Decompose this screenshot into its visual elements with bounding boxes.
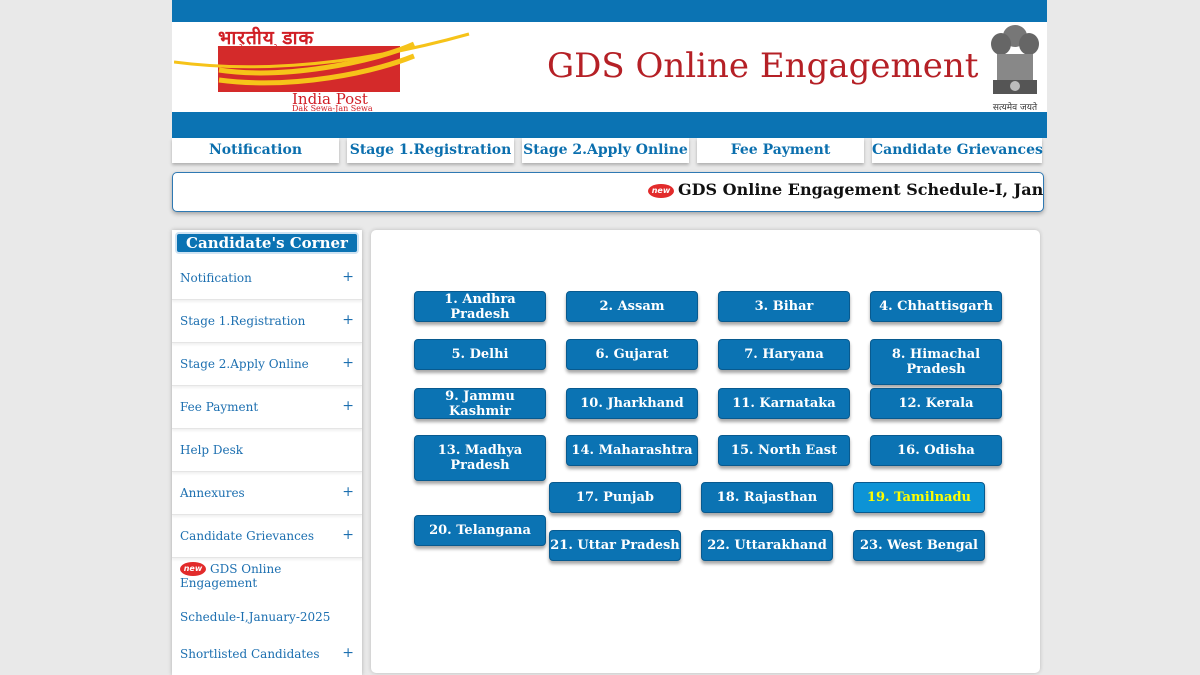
state-button-himachal-pradesh[interactable]: 8. Himachal Pradesh [870,339,1002,385]
expand-plus-icon: + [342,527,354,543]
state-button-punjab[interactable]: 17. Punjab [549,482,681,513]
sidebar-item-stage1-registration[interactable]: Stage 1.Registration + [172,300,362,343]
state-button-andhra-pradesh[interactable]: 1. Andhra Pradesh [414,291,546,322]
state-button-haryana[interactable]: 7. Haryana [718,339,850,370]
state-button-chhattisgarh[interactable]: 4. Chhattisgarh [870,291,1002,322]
nav-stage2-apply-online[interactable]: Stage 2.Apply Online [522,138,689,163]
sidebar-item-stage2-apply-online[interactable]: Stage 2.Apply Online + [172,343,362,386]
state-selection-panel: 1. Andhra Pradesh 2. Assam 3. Bihar 4. C… [371,230,1040,673]
india-post-logo[interactable]: भारतीय डाक डाक सेवा-जन सेवा India Post D… [174,24,474,113]
state-button-jammu-kashmir[interactable]: 9. Jammu Kashmir [414,388,546,419]
page-title: GDS Online Engagement [547,46,979,86]
sidebar-item-help-desk[interactable]: Help Desk [172,429,362,472]
state-button-delhi[interactable]: 5. Delhi [414,339,546,370]
nav-stage1-registration[interactable]: Stage 1.Registration [347,138,514,163]
sidebar-item-annexures[interactable]: Annexures + [172,472,362,515]
news-marquee: new GDS Online Engagement Schedule-I, Jan… [172,172,1044,212]
state-button-karnataka[interactable]: 11. Karnataka [718,388,850,419]
state-button-west-bengal[interactable]: 23. West Bengal [853,530,985,561]
sidebar-item-label: Annexures [180,486,245,500]
state-button-uttar-pradesh[interactable]: 21. Uttar Pradesh [549,530,681,561]
national-emblem-icon: सत्यमेव जयते [987,22,1043,113]
logo-swoosh-icon [174,32,470,86]
new-badge-icon: new [648,184,674,198]
sidebar: Candidate's Corner Notification + Stage … [172,230,362,675]
state-button-assam[interactable]: 2. Assam [566,291,698,322]
expand-plus-icon: + [342,398,354,414]
nav-notification[interactable]: Notification [172,138,339,163]
new-badge-icon: new [180,562,206,576]
sidebar-item-label: Candidate Grievances [180,529,315,543]
state-button-north-east[interactable]: 15. North East [718,435,850,466]
expand-plus-icon: + [342,355,354,371]
state-button-jharkhand[interactable]: 10. Jharkhand [566,388,698,419]
state-button-telangana[interactable]: 20. Telangana [414,515,546,546]
marquee-content[interactable]: new GDS Online Engagement Schedule-I, Jan… [648,180,1044,199]
sidebar-item-label: Shortlisted Candidates [180,647,320,661]
expand-plus-icon: + [342,269,354,285]
expand-plus-icon: + [342,645,354,661]
main-nav: Notification Stage 1.Registration Stage … [172,138,1047,164]
state-button-gujarat[interactable]: 6. Gujarat [566,339,698,370]
expand-plus-icon: + [342,312,354,328]
state-button-madhya-pradesh[interactable]: 13. Madhya Pradesh [414,435,546,481]
sidebar-item-notification[interactable]: Notification + [172,257,362,300]
expand-plus-icon: + [342,484,354,500]
sidebar-item-candidate-grievances[interactable]: Candidate Grievances + [172,515,362,558]
sidebar-item-shortlisted-candidates[interactable]: Shortlisted Candidates + [172,633,362,673]
nav-candidate-grievances[interactable]: Candidate Grievances [872,138,1043,163]
state-button-tamilnadu[interactable]: 19. Tamilnadu [853,482,985,513]
sidebar-item-label: Help Desk [180,443,244,457]
state-button-rajasthan[interactable]: 18. Rajasthan [701,482,833,513]
header-bottom-bar [172,112,1047,138]
state-button-bihar[interactable]: 3. Bihar [718,291,850,322]
top-bar [172,0,1047,22]
state-button-maharashtra[interactable]: 14. Maharashtra [566,435,698,466]
sidebar-item-label: Notification [180,271,252,285]
sidebar-title: Candidate's Corner [175,232,359,254]
site-header: भारतीय डाक डाक सेवा-जन सेवा India Post D… [172,22,1047,113]
state-button-uttarakhand[interactable]: 22. Uttarakhand [701,530,833,561]
sidebar-item-label: Stage 2.Apply Online [180,357,309,371]
sidebar-new-schedule-link[interactable]: new GDS Online Engagement [180,562,360,590]
state-button-odisha[interactable]: 16. Odisha [870,435,1002,466]
marquee-text: GDS Online Engagement Schedule-I, Januar… [678,180,1044,199]
nav-fee-payment[interactable]: Fee Payment [697,138,864,163]
sidebar-item-fee-payment[interactable]: Fee Payment + [172,386,362,429]
new-link-line2[interactable]: Schedule-I,January-2025 [180,610,330,624]
sidebar-item-label: Stage 1.Registration [180,314,306,328]
sidebar-item-label: Fee Payment [180,400,259,414]
state-button-kerala[interactable]: 12. Kerala [870,388,1002,419]
page: भारतीय डाक डाक सेवा-जन सेवा India Post D… [172,0,1047,675]
